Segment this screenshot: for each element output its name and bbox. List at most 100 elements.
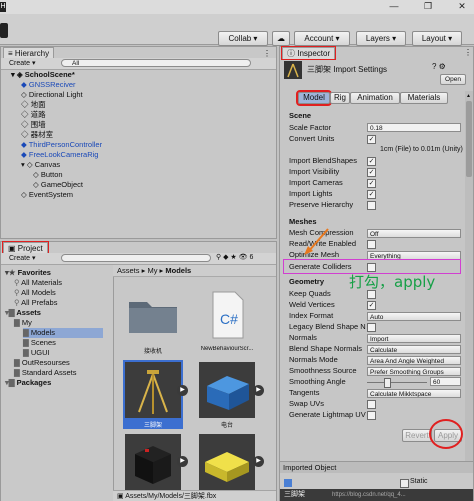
smoothness-dropdown[interactable]: Prefer Smoothing Groups xyxy=(367,367,461,376)
asset-script[interactable]: C# xyxy=(199,288,255,344)
optimize-mesh-dropdown[interactable]: Everything xyxy=(367,251,461,260)
project-tree-item[interactable]: ▾▇ Assets xyxy=(5,308,41,318)
project-tree-item[interactable]: ▾▇ Packages xyxy=(5,378,51,388)
scene-row[interactable]: ▾ ◈ SchoolScene* xyxy=(11,70,75,80)
breadcrumb-models[interactable]: Models xyxy=(165,266,191,275)
project-search-input[interactable] xyxy=(61,254,211,262)
mesh-compression-dropdown[interactable]: Off xyxy=(367,229,461,238)
static-checkbox[interactable] xyxy=(400,479,409,488)
open-button[interactable]: Open xyxy=(440,74,466,85)
legacy-blend-label: Legacy Blend Shape N xyxy=(289,322,366,331)
project-tree-item[interactable]: ⚲ All Models xyxy=(14,288,56,298)
index-format-dropdown[interactable]: Auto xyxy=(367,312,461,321)
panel-menu-icon[interactable]: ⋮ xyxy=(464,48,472,57)
asset-radio[interactable] xyxy=(199,362,255,418)
layout-button[interactable]: Layout ▾ xyxy=(412,31,462,46)
hierarchy-item[interactable]: ▾ ◇ Canvas xyxy=(21,160,60,170)
checkbox-label: Import Lights xyxy=(289,189,333,198)
smoothing-angle-field[interactable]: 60 xyxy=(430,377,461,386)
play-icon[interactable]: ▶ xyxy=(253,385,264,396)
legacy-blend-checkbox[interactable] xyxy=(367,323,376,332)
hierarchy-item[interactable]: ◇ Button xyxy=(33,170,63,180)
option-checkbox[interactable]: ✓ xyxy=(367,301,376,310)
swap-uvs-checkbox[interactable] xyxy=(367,400,376,409)
tab-inspector[interactable]: ⓘ Inspector xyxy=(280,46,337,60)
close-button[interactable]: ✕ xyxy=(452,0,472,14)
blend-normals-dropdown[interactable]: Calculate xyxy=(367,345,461,354)
account-button[interactable]: Account ▾ xyxy=(294,31,350,46)
panel-menu-icon[interactable]: ⋮ xyxy=(263,49,271,58)
gameobject-icon: ◇ xyxy=(21,90,29,99)
scale-factor-field[interactable]: 0.18 xyxy=(367,123,461,132)
project-tree-item[interactable]: ▇ OutResourses xyxy=(14,358,70,368)
scrollbar-thumb[interactable] xyxy=(466,101,472,177)
tab-animation[interactable]: Animation xyxy=(350,92,400,104)
asset-yellow-box[interactable] xyxy=(199,434,255,490)
project-tree-item[interactable]: ▇ UGUI xyxy=(23,348,50,358)
convert-units-checkbox[interactable]: ✓ xyxy=(367,135,376,144)
option-checkbox[interactable] xyxy=(367,201,376,210)
smoothing-angle-thumb[interactable] xyxy=(383,378,391,388)
prefab-icon: ◆ xyxy=(21,150,29,159)
hierarchy-panel: ≡ Hierarchy Create ▾ All ▾ ◈ SchoolScene… xyxy=(0,46,277,239)
breadcrumb-my[interactable]: My xyxy=(147,266,157,275)
hierarchy-item[interactable]: ◇ EventSystem xyxy=(21,190,73,200)
project-tree-item[interactable]: ▇ Scenes xyxy=(23,338,56,348)
tab-rig[interactable]: Rig xyxy=(330,92,350,104)
hierarchy-item[interactable]: ◆ FreeLookCameraRig xyxy=(21,150,98,160)
folder-icon: ▾▇ xyxy=(5,308,17,317)
lightmap-uv-checkbox[interactable] xyxy=(367,411,376,420)
project-tree-item[interactable]: ⚲ All Materials xyxy=(14,278,62,288)
collab-button[interactable]: Collab ▾ xyxy=(218,31,268,46)
normals-mode-label: Normals Mode xyxy=(289,355,338,364)
main-toolbar: Collab ▾ ☁ Account ▾ Layers ▾ Layout ▾ xyxy=(0,14,474,46)
hierarchy-item[interactable]: ◇ 围墙 xyxy=(21,120,46,130)
option-checkbox[interactable]: ✓ xyxy=(367,179,376,188)
hierarchy-item[interactable]: ◇ Directional Light xyxy=(21,90,83,100)
hierarchy-search-input[interactable]: All xyxy=(61,59,251,67)
normals-mode-dropdown[interactable]: Area And Angle Weighted xyxy=(367,356,461,365)
option-checkbox[interactable]: ✓ xyxy=(367,168,376,177)
breadcrumb-assets[interactable]: Assets xyxy=(117,266,140,275)
annotation-arrow xyxy=(304,228,329,255)
option-checkbox[interactable]: ✓ xyxy=(367,190,376,199)
option-checkbox[interactable]: ✓ xyxy=(367,157,376,166)
project-tree-item[interactable]: ▾★ Favorites xyxy=(5,268,51,278)
hierarchy-item[interactable]: ◇ 地面 xyxy=(21,100,46,110)
hierarchy-item[interactable]: ◇ 器材室 xyxy=(21,130,53,140)
project-tree-item[interactable]: ▇ My xyxy=(14,318,32,328)
tangents-dropdown[interactable]: Calculate Mikktspace xyxy=(367,389,461,398)
hierarchy-item-label: 地面 xyxy=(30,100,46,109)
hierarchy-item[interactable]: ◇ GameObject xyxy=(33,180,83,190)
cloud-icon[interactable]: ☁ xyxy=(272,31,290,46)
filter-icons[interactable]: ⚲ ◆ ★ 👁 6 xyxy=(216,253,253,261)
project-tree-item[interactable]: ⚲ All Prefabs xyxy=(14,298,57,308)
play-icon[interactable]: ▶ xyxy=(253,456,264,467)
project-tree-item[interactable]: ▇ Standard Assets xyxy=(14,368,76,378)
help-icon[interactable]: ? ⚙ xyxy=(432,62,446,71)
tab-materials[interactable]: Materials xyxy=(400,92,448,104)
asset-battery[interactable] xyxy=(125,434,181,490)
play-controls-edge[interactable] xyxy=(0,23,8,38)
hierarchy-item[interactable]: ◆ ThirdPersonController xyxy=(21,140,102,150)
project-create-button[interactable]: Create ▾ xyxy=(9,254,35,262)
project-tree-item[interactable]: ▇ Models xyxy=(23,328,103,338)
layers-button[interactable]: Layers ▾ xyxy=(356,31,406,46)
readwrite-checkbox[interactable] xyxy=(367,240,376,249)
tab-model[interactable]: Model xyxy=(296,90,332,106)
asset-tripod[interactable] xyxy=(123,360,183,420)
hierarchy-item[interactable]: ◆ GNSSReciver xyxy=(21,80,76,90)
folder-icon: ▇ xyxy=(14,318,22,327)
hierarchy-create-button[interactable]: Create ▾ xyxy=(9,59,35,67)
normals-dropdown[interactable]: Import xyxy=(367,334,461,343)
asset-folder-receiver[interactable] xyxy=(125,288,181,344)
play-icon[interactable]: ▶ xyxy=(177,385,188,396)
inspector-scrollbar[interactable]: ▲ xyxy=(465,91,473,461)
revert-button[interactable]: Revert xyxy=(402,429,432,442)
inspector-tab-label: Inspector xyxy=(297,49,331,58)
hierarchy-item[interactable]: ◇ 道路 xyxy=(21,110,46,120)
play-icon[interactable]: ▶ xyxy=(177,456,188,467)
smoothing-angle-slider[interactable] xyxy=(367,382,427,383)
minimize-button[interactable]: — xyxy=(384,0,404,14)
maximize-button[interactable]: ❐ xyxy=(418,0,438,14)
